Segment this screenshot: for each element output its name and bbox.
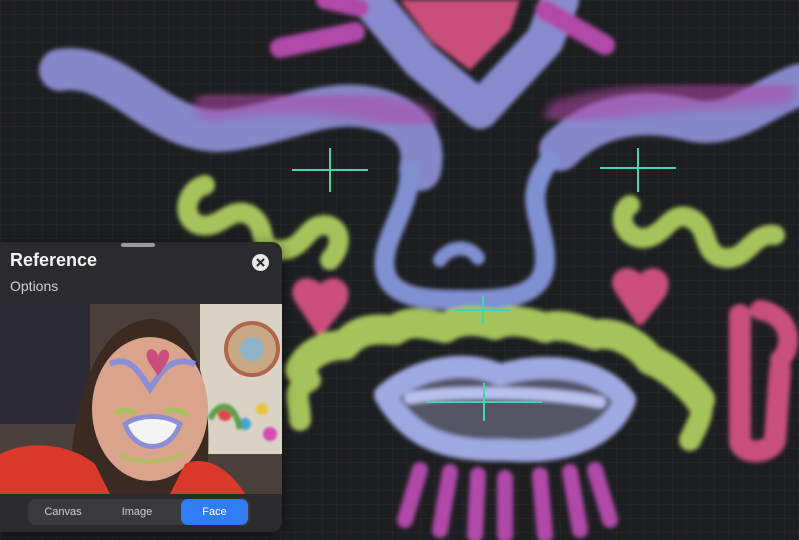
panel-title: Reference [10, 250, 98, 270]
tab-image[interactable]: Image [102, 499, 172, 525]
tab-face[interactable]: Face [181, 499, 248, 525]
reference-mode-segmented-control: Canvas Image Face [28, 499, 250, 525]
close-icon[interactable] [252, 254, 269, 271]
panel-drag-handle[interactable] [121, 243, 155, 247]
options-link[interactable]: Options [10, 278, 58, 294]
face-reference-preview [0, 304, 282, 494]
tab-canvas[interactable]: Canvas [28, 499, 98, 525]
